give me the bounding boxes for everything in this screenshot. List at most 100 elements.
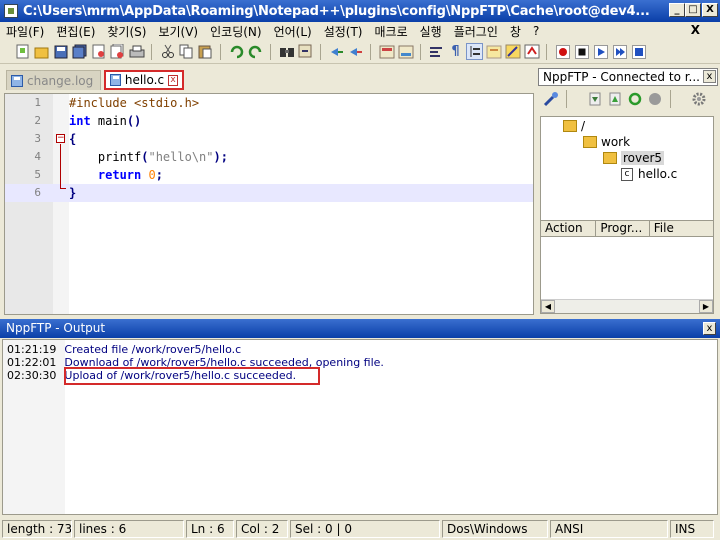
status-encoding[interactable]: ANSI: [550, 519, 668, 538]
scroll-left-icon[interactable]: ◀: [541, 300, 555, 313]
indent-guide-icon[interactable]: [466, 43, 483, 60]
close-tab-icon[interactable]: x: [168, 74, 178, 86]
code-token: 0: [148, 168, 156, 182]
menu-macro[interactable]: 매크로: [375, 23, 408, 40]
ftp-close-icon[interactable]: x: [703, 70, 716, 83]
open-file-icon[interactable]: [33, 43, 50, 60]
menu-settings[interactable]: 설정(T): [324, 23, 363, 40]
undo-icon[interactable]: [228, 43, 245, 60]
fold-icon[interactable]: [485, 43, 502, 60]
sync-h-icon[interactable]: [397, 43, 414, 60]
tab-bar: change.log hello.c x: [0, 68, 536, 92]
settings-gear-icon[interactable]: [690, 90, 708, 108]
record-macro-icon[interactable]: [554, 43, 571, 60]
tree-node-rover5[interactable]: rover5: [603, 151, 665, 165]
queue-header: Action Progr... File: [540, 220, 714, 237]
find-icon[interactable]: [278, 43, 295, 60]
new-file-icon[interactable]: [14, 43, 31, 60]
line-number: 3: [34, 132, 41, 145]
c-file-icon: c: [621, 167, 633, 181]
menu-edit[interactable]: 편집(E): [56, 23, 95, 40]
upload-icon[interactable]: [606, 90, 624, 108]
tree-node-root[interactable]: /: [563, 119, 585, 133]
word-wrap-icon[interactable]: [428, 43, 445, 60]
file-tab-icon: [110, 74, 121, 86]
play-macro-icon[interactable]: [592, 43, 609, 60]
code-line[interactable]: 4 printf("hello\n");: [5, 148, 533, 166]
code-token: ;: [155, 168, 163, 182]
refresh-icon[interactable]: [626, 90, 644, 108]
output-panel[interactable]: 01:21:19 Created file /work/rover5/hello.…: [2, 339, 718, 515]
function-list-icon[interactable]: [523, 43, 540, 60]
run-macro-icon[interactable]: [611, 43, 628, 60]
menu-bar: 파일(F) 편집(E) 찾기(S) 보기(V) 인코딩(N) 언어(L) 설정(…: [0, 22, 720, 40]
tab-change-log[interactable]: change.log: [6, 70, 101, 90]
sync-v-icon[interactable]: [378, 43, 395, 60]
output-close-icon[interactable]: x: [703, 322, 716, 335]
toolbar-separator: [270, 43, 276, 60]
replace-icon[interactable]: [297, 43, 314, 60]
stop-macro-icon[interactable]: [573, 43, 590, 60]
abort-icon[interactable]: [646, 90, 664, 108]
queue-col-file[interactable]: File: [650, 221, 713, 236]
status-eol[interactable]: Dos\Windows: [442, 519, 548, 538]
minimize-button[interactable]: _: [669, 3, 685, 17]
show-all-chars-icon[interactable]: ¶: [447, 43, 464, 60]
menu-window[interactable]: 창: [510, 23, 521, 40]
menu-run[interactable]: 실행: [420, 23, 442, 40]
scroll-right-icon[interactable]: ▶: [699, 300, 713, 313]
menu-view[interactable]: 보기(V): [158, 23, 198, 40]
status-insert-mode[interactable]: INS: [670, 519, 714, 538]
code-line[interactable]: 5 return 0;: [5, 166, 533, 184]
save-all-icon[interactable]: [71, 43, 88, 60]
connect-icon[interactable]: [542, 90, 560, 108]
status-ln: Ln : 6: [186, 519, 234, 538]
menu-search[interactable]: 찾기(S): [107, 23, 146, 40]
code-editor[interactable]: 1 #include <stdio.h> 2 int main() 3{4 printf…: [4, 93, 534, 315]
code-line[interactable]: 1 #include <stdio.h>: [5, 94, 533, 112]
close-document-icon[interactable]: X: [691, 23, 700, 37]
maximize-button[interactable]: □: [685, 3, 701, 17]
tree-node-label: hello.c: [638, 167, 678, 181]
code-line[interactable]: 3{: [5, 130, 533, 148]
menu-encoding[interactable]: 인코딩(N): [210, 23, 261, 40]
tree-node-work[interactable]: work: [583, 135, 630, 149]
save-macro-icon[interactable]: [630, 43, 647, 60]
doc-map-icon[interactable]: [504, 43, 521, 60]
close-all-icon[interactable]: [109, 43, 126, 60]
queue-col-progress[interactable]: Progr...: [596, 221, 650, 236]
print-icon[interactable]: [128, 43, 145, 60]
code-line[interactable]: 2 int main(): [5, 112, 533, 130]
close-file-icon[interactable]: [90, 43, 107, 60]
cut-icon[interactable]: [159, 43, 176, 60]
paste-icon[interactable]: [197, 43, 214, 60]
queue-horizontal-scrollbar[interactable]: ◀ ▶: [541, 299, 713, 313]
zoom-out-icon[interactable]: [347, 43, 364, 60]
menu-help[interactable]: ?: [533, 24, 539, 38]
code-line[interactable]: 6}: [5, 184, 533, 202]
tree-node-hello-c[interactable]: c hello.c: [621, 167, 677, 181]
fold-toggle-icon[interactable]: −: [56, 134, 65, 143]
ftp-panel-title: NppFTP - Connected to r...: [538, 68, 718, 86]
download-icon[interactable]: [586, 90, 604, 108]
highlight-box: [64, 367, 320, 385]
copy-icon[interactable]: [178, 43, 195, 60]
toolbar-separator: [151, 43, 157, 60]
line-number: 2: [34, 114, 41, 127]
queue-col-action[interactable]: Action: [541, 221, 597, 236]
menu-language[interactable]: 언어(L): [274, 23, 312, 40]
code-token: return: [97, 168, 142, 182]
menu-file[interactable]: 파일(F): [6, 23, 44, 40]
tab-hello-c[interactable]: hello.c x: [104, 70, 184, 90]
close-button[interactable]: X: [702, 3, 718, 17]
toolbar-separator: [546, 43, 552, 60]
redo-icon[interactable]: [247, 43, 264, 60]
zoom-in-icon[interactable]: [328, 43, 345, 60]
menu-plugins[interactable]: 플러그인: [454, 23, 498, 40]
code-token: (): [126, 114, 142, 128]
line-number: 5: [34, 168, 41, 181]
file-tab-icon: [11, 74, 23, 87]
save-icon[interactable]: [52, 43, 69, 60]
code-text: return 0;: [69, 166, 163, 184]
